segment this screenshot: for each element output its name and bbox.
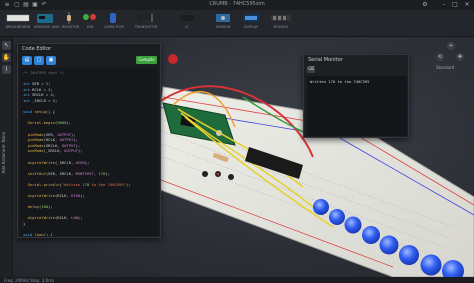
led-icon <box>83 14 96 20</box>
tool-sensor[interactable]: SENSOR <box>212 12 234 35</box>
clear-output-icon[interactable]: ⌫ <box>307 66 315 73</box>
serial-monitor-panel: Serial Monitor ⌫ Written 170 to the 74HC… <box>303 54 409 138</box>
status-text: Freq: 20MHz Step: 3.0ms <box>4 277 55 283</box>
wire-tool-icon[interactable]: ⌇ <box>2 65 11 74</box>
left-rail: ↖ ✋ ⌇ Add Arduino® Nano <box>0 37 13 277</box>
transistor-icon <box>138 14 153 22</box>
module-icon <box>271 15 291 21</box>
editor-open-icon[interactable]: ▢ <box>34 56 44 65</box>
zoom-in-icon[interactable]: + <box>447 42 455 50</box>
tool-label: BREADBOARD <box>5 25 31 29</box>
tool-breadboard[interactable]: BREADBOARD <box>4 12 32 35</box>
editor-file-icon[interactable]: ▤ <box>22 56 32 65</box>
maximize-icon[interactable]: □ <box>451 1 459 9</box>
capacitor-icon <box>110 13 116 23</box>
serial-output-line: Written 170 to the 74HC595 <box>310 79 370 84</box>
tool-ic[interactable]: IC <box>176 12 198 35</box>
ic-icon <box>180 15 194 21</box>
code-editor-panel: Code Editor ▤ ▢ ▣ Compile /* 74HC595 tes… <box>17 43 161 238</box>
editor-title: Code Editor <box>22 46 52 52</box>
resistor-icon <box>67 12 71 24</box>
title-bar: ≡ ▢ ▤ ▣ ↶ CRUMB - 74HC595sim ⚙ – □ ✕ <box>0 0 474 10</box>
display-icon <box>243 14 259 22</box>
tool-label: DISPLAY <box>243 25 259 29</box>
tool-label: LED <box>86 25 94 29</box>
tool-led[interactable]: LED <box>80 12 100 35</box>
tool-label: SENSOR <box>215 25 231 29</box>
view-mode-label[interactable]: Standard <box>436 65 454 70</box>
tool-label: RESISTOR <box>62 25 80 29</box>
breadboard-icon <box>6 14 30 22</box>
pan-view-icon[interactable]: ✥ <box>456 53 464 61</box>
tool-label: IC <box>185 25 189 29</box>
status-bar: Freq: 20MHz Step: 3.0ms <box>0 277 474 283</box>
tool-transistor[interactable]: TRANSISTOR <box>134 12 158 35</box>
editor-save-icon[interactable]: ▣ <box>46 56 56 65</box>
add-nano-label[interactable]: Add Arduino® Nano <box>1 132 11 173</box>
serial-title: Serial Monitor <box>308 57 343 63</box>
app-title: CRUMB - 74HC595sim <box>209 1 265 7</box>
tool-arduino[interactable]: ARDUINO UNO <box>34 12 60 35</box>
minimize-icon[interactable]: – <box>440 1 448 9</box>
tool-resistor[interactable]: RESISTOR <box>62 12 80 35</box>
tool-display[interactable]: DISPLAY <box>240 12 262 35</box>
tool-module[interactable]: MODULE <box>268 12 294 35</box>
select-tool-icon[interactable]: ↖ <box>2 41 11 50</box>
code-line: void loop() { <box>23 232 53 236</box>
tool-label: ARDUINO UNO <box>34 25 60 29</box>
red-led[interactable] <box>168 54 178 64</box>
tool-label: TRANSISTOR <box>134 25 158 29</box>
rotate-view-icon[interactable]: ⟲ <box>436 53 444 61</box>
settings-icon[interactable]: ⚙ <box>421 1 429 9</box>
compile-button[interactable]: Compile <box>136 56 157 64</box>
arduino-icon <box>37 14 53 23</box>
code-text-area[interactable]: /* 74HC595 test */ int SER = 2; int RCLK … <box>20 68 158 236</box>
serial-output: Written 170 to the 74HC595 <box>307 76 407 136</box>
tool-capacitor[interactable]: CAPACITOR <box>104 12 124 35</box>
tool-label: MODULE <box>273 25 289 29</box>
component-toolbar: BREADBOARD ARDUINO UNO RESISTOR LED CAPA… <box>0 10 474 37</box>
close-icon[interactable]: ✕ <box>463 1 471 9</box>
hand-tool-icon[interactable]: ✋ <box>2 53 11 62</box>
tool-label: CAPACITOR <box>104 25 124 29</box>
sensor-icon <box>216 14 230 22</box>
